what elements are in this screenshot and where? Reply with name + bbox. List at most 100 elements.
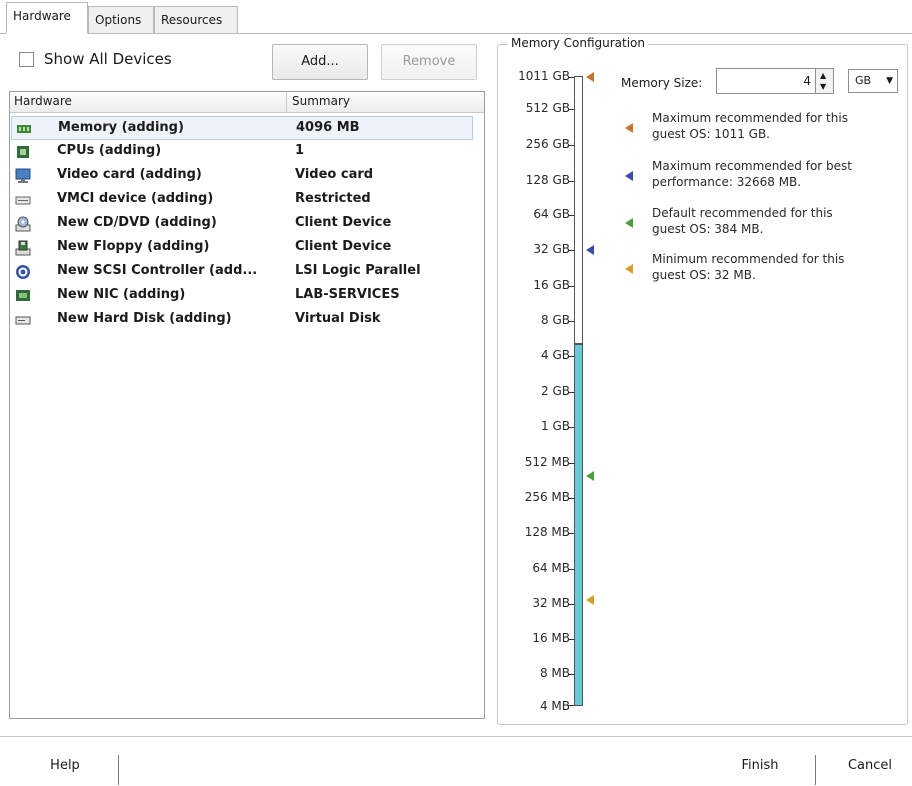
legend-text: guest OS: 384 MB. <box>652 222 764 236</box>
scale-label: 128 GB <box>525 173 570 187</box>
scale-label: 1 GB <box>541 419 570 433</box>
scale-tick <box>568 427 574 428</box>
dropdown-arrow-icon: ▼ <box>886 76 893 86</box>
row-name: New Hard Disk (adding) <box>57 311 232 326</box>
default-marker-icon <box>625 218 633 228</box>
scale-label: 256 GB <box>525 137 570 151</box>
max-os-marker-icon <box>586 72 594 82</box>
table-row[interactable]: New CD/DVD (adding) Client Device <box>11 212 473 236</box>
hardware-panel: Show All Devices Add... Remove Hardware … <box>7 38 487 719</box>
remove-button[interactable]: Remove <box>381 44 477 80</box>
table-row[interactable]: Video card (adding) Video card <box>11 164 473 188</box>
table-row[interactable]: VMCI device (adding) Restricted <box>11 188 473 212</box>
scale-tick <box>568 498 574 499</box>
memory-size-spinner[interactable]: ▲ ▼ <box>816 68 834 94</box>
legend-text: guest OS: 1011 GB. <box>652 127 770 141</box>
scale-tick <box>568 286 574 287</box>
scale-tick <box>568 569 574 570</box>
help-button[interactable]: Help <box>30 750 100 782</box>
scale-label: 1011 GB <box>518 69 570 83</box>
max-os-marker-icon <box>625 123 633 133</box>
table-row[interactable]: New Floppy (adding) Client Device <box>11 236 473 260</box>
table-row[interactable]: New NIC (adding) LAB-SERVICES <box>11 284 473 308</box>
tab-resources[interactable]: Resources <box>154 6 238 33</box>
default-marker-icon <box>586 471 594 481</box>
scale-tick <box>568 533 574 534</box>
spin-down-icon[interactable]: ▼ <box>820 83 826 91</box>
cd-dvd-icon <box>15 216 31 232</box>
show-all-devices-checkbox[interactable]: Show All Devices <box>19 50 172 68</box>
show-all-devices-label: Show All Devices <box>44 50 172 68</box>
row-name: New SCSI Controller (add... <box>57 263 258 278</box>
max-performance-marker-icon <box>586 245 594 255</box>
scale-label: 8 MB <box>539 666 570 680</box>
tab-hardware[interactable]: Hardware <box>6 2 88 34</box>
table-row[interactable]: Memory (adding) 4096 MB <box>11 116 473 140</box>
scale-label: 256 MB <box>524 490 570 504</box>
memory-size-input[interactable]: 4 <box>716 68 816 94</box>
scale-label: 16 GB <box>533 278 570 292</box>
scale-tick <box>568 705 574 706</box>
row-name: New CD/DVD (adding) <box>57 215 217 230</box>
scale-label: 2 GB <box>541 384 570 398</box>
cancel-button[interactable]: Cancel <box>830 750 910 782</box>
legend-text: guest OS: 32 MB. <box>652 268 756 282</box>
row-name: CPUs (adding) <box>57 143 162 158</box>
table-row[interactable]: New SCSI Controller (add... LSI Logic Pa… <box>11 260 473 284</box>
scale-tick <box>568 674 574 675</box>
row-summary: LSI Logic Parallel <box>295 263 421 278</box>
row-summary: LAB-SERVICES <box>295 287 400 302</box>
add-button[interactable]: Add... <box>272 44 368 80</box>
column-separator[interactable] <box>286 92 287 112</box>
footer-divider <box>0 736 912 737</box>
footer-separator <box>815 755 816 785</box>
scale-tick <box>568 145 574 146</box>
scale-tick <box>568 392 574 393</box>
memory-slider-track[interactable] <box>574 76 583 344</box>
scale-tick <box>568 463 574 464</box>
row-summary: 4096 MB <box>296 120 360 135</box>
scale-tick <box>568 181 574 182</box>
spin-up-icon[interactable]: ▲ <box>820 72 826 80</box>
max-performance-marker-icon <box>625 171 633 181</box>
memory-unit-value: GB <box>855 74 872 87</box>
row-name: New Floppy (adding) <box>57 239 210 254</box>
table-row[interactable]: CPUs (adding) 1 <box>11 140 473 164</box>
scale-label: 32 MB <box>532 596 570 610</box>
scsi-controller-icon <box>16 265 30 279</box>
scale-tick <box>568 356 574 357</box>
scale-tick <box>568 321 574 322</box>
column-header-hardware[interactable]: Hardware <box>14 94 72 108</box>
scale-tick <box>568 109 574 110</box>
row-summary: Video card <box>295 167 374 182</box>
checkbox-box[interactable] <box>19 51 34 67</box>
row-name: New NIC (adding) <box>57 287 186 302</box>
column-header-summary[interactable]: Summary <box>292 94 350 108</box>
scale-tick <box>568 77 574 78</box>
footer-separator <box>118 755 119 785</box>
scale-tick <box>568 604 574 605</box>
row-summary: Virtual Disk <box>295 311 381 326</box>
scale-label: 128 MB <box>524 525 570 539</box>
minimum-marker-icon <box>625 264 633 274</box>
scale-tick <box>568 250 574 251</box>
tab-options[interactable]: Options <box>88 6 154 33</box>
scale-tick <box>568 215 574 216</box>
tab-divider <box>0 33 912 34</box>
row-summary: 1 <box>295 143 305 158</box>
scale-label: 64 GB <box>533 207 570 221</box>
network-card-icon <box>16 290 30 301</box>
memory-size-label: Memory Size: <box>621 76 703 90</box>
scale-label: 4 MB <box>539 699 570 713</box>
table-row[interactable]: New Hard Disk (adding) Virtual Disk <box>11 308 473 332</box>
hard-disk-icon <box>15 316 31 325</box>
memory-configuration-title: Memory Configuration <box>508 36 648 50</box>
list-header: Hardware Summary <box>10 92 484 113</box>
row-name: VMCI device (adding) <box>57 191 214 206</box>
scale-label: 8 GB <box>541 313 570 327</box>
row-name: Video card (adding) <box>57 167 202 182</box>
memory-unit-select[interactable]: GB ▼ <box>848 69 898 93</box>
memory-slider-fill[interactable] <box>574 344 583 706</box>
finish-button[interactable]: Finish <box>720 750 800 782</box>
cpu-icon <box>17 146 29 158</box>
